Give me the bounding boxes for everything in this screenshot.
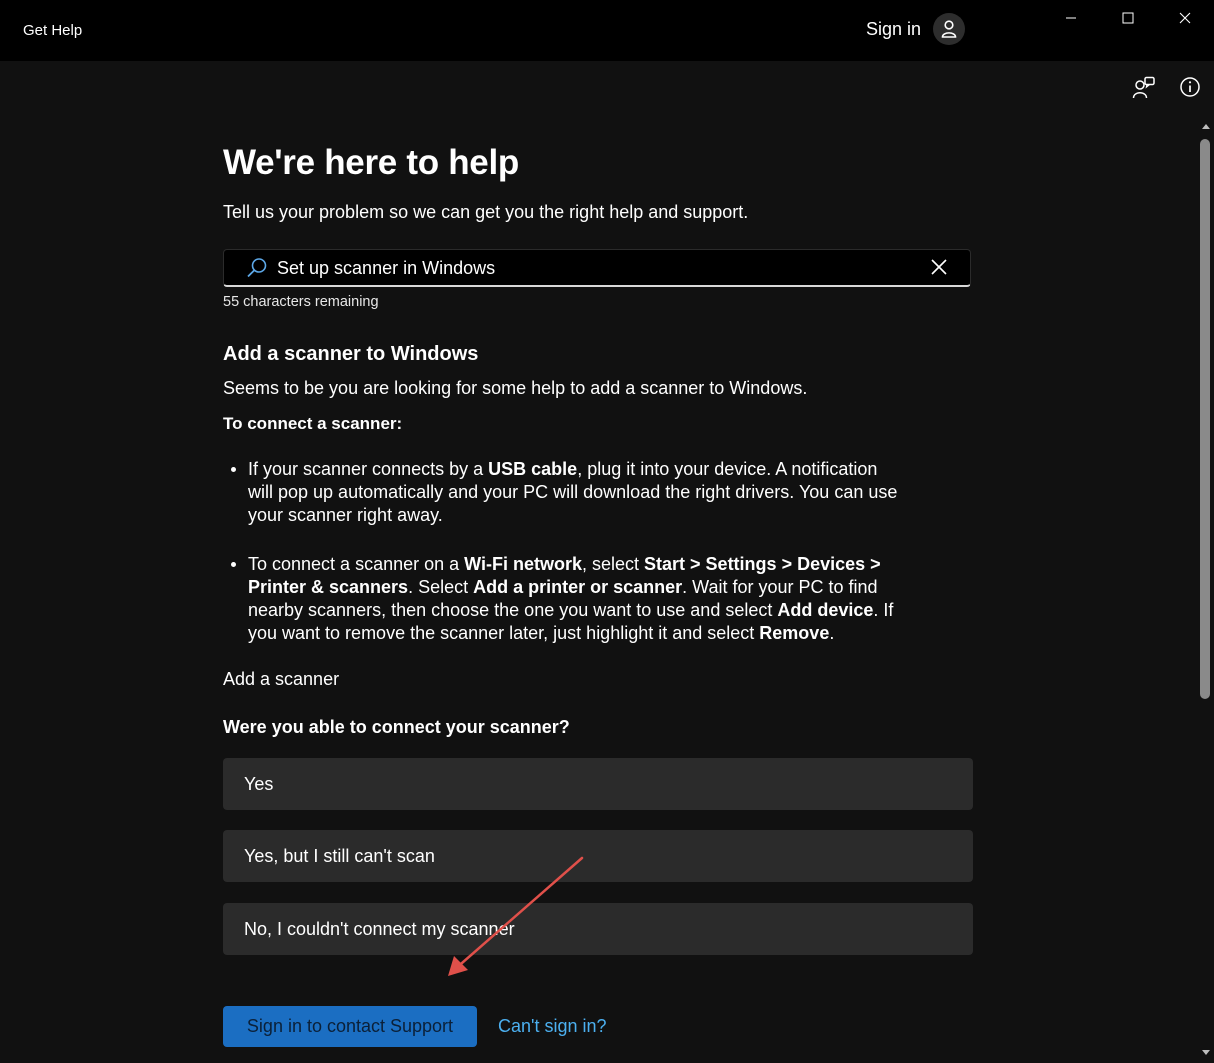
article-title: Add a scanner to Windows xyxy=(223,343,479,365)
article-intro: Seems to be you are looking for some hel… xyxy=(223,378,808,398)
maximize-icon xyxy=(1122,12,1134,24)
cant-sign-in-link[interactable]: Can't sign in? xyxy=(498,1016,607,1037)
search-icon xyxy=(247,258,267,278)
title-bar: Get Help Sign in xyxy=(0,0,1214,61)
sign-in-label: Sign in xyxy=(866,18,922,39)
minimize-icon xyxy=(1066,17,1076,19)
list-item: If your scanner connects by a USB cable,… xyxy=(223,458,898,527)
scroll-down-icon[interactable] xyxy=(1201,1049,1211,1057)
sign-in-button[interactable]: Sign in xyxy=(866,13,966,45)
connect-heading: To connect a scanner: xyxy=(223,414,403,433)
scroll-up-icon[interactable] xyxy=(1201,122,1211,130)
info-icon[interactable] xyxy=(1179,76,1201,103)
option-yes[interactable]: Yes xyxy=(223,758,973,810)
page-title: We're here to help xyxy=(223,143,519,182)
close-window-button[interactable] xyxy=(1162,0,1208,36)
minimize-button[interactable] xyxy=(1048,0,1094,36)
option-yes-still-cant-scan[interactable]: Yes, but I still can't scan xyxy=(223,830,973,882)
feedback-question: Were you able to connect your scanner? xyxy=(223,717,570,737)
list-item: To connect a scanner on a Wi-Fi network,… xyxy=(223,553,898,645)
instructions-list: If your scanner connects by a USB cable,… xyxy=(223,458,913,671)
characters-remaining: 55 characters remaining xyxy=(223,294,379,310)
person-icon xyxy=(933,13,966,45)
search-value[interactable]: Set up scanner in Windows xyxy=(277,258,495,279)
close-icon[interactable] xyxy=(930,258,948,276)
option-could-not-connect[interactable]: No, I couldn't connect my scanner xyxy=(223,903,973,955)
sign-in-contact-support-button[interactable]: Sign in to contact Support xyxy=(223,1006,477,1047)
contact-support-icon[interactable] xyxy=(1132,76,1156,105)
app-title: Get Help xyxy=(23,22,83,39)
maximize-button[interactable] xyxy=(1105,0,1151,36)
search-input[interactable]: Set up scanner in Windows xyxy=(223,249,971,287)
add-scanner-link[interactable]: Add a scanner xyxy=(223,669,339,690)
scrollbar-thumb[interactable] xyxy=(1200,139,1210,699)
annotation-arrow-icon xyxy=(448,856,584,976)
vertical-scrollbar[interactable] xyxy=(1197,115,1214,1063)
page-subtitle: Tell us your problem so we can get you t… xyxy=(223,202,749,222)
close-icon xyxy=(1179,12,1191,24)
